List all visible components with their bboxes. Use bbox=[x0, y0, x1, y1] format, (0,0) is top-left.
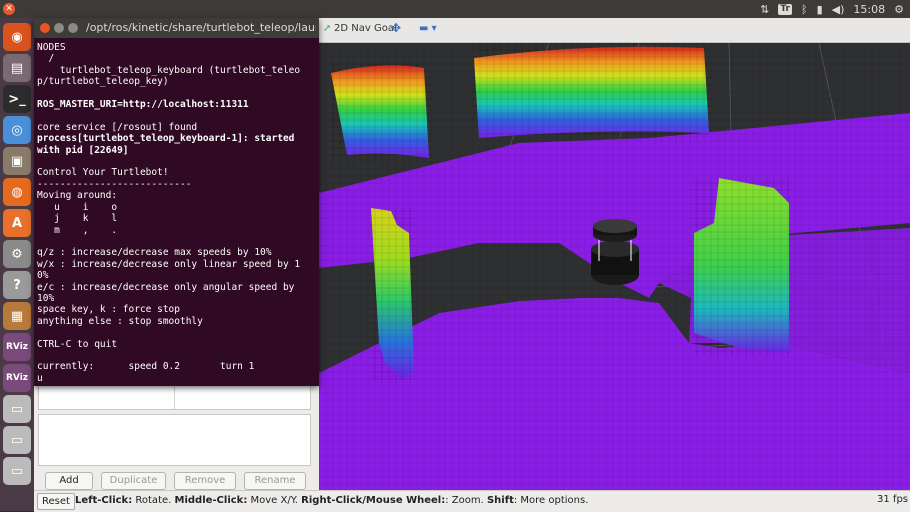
session-close-icon[interactable]: ✕ bbox=[3, 3, 15, 15]
launcher-ubuntu-dash-icon[interactable]: ◉ bbox=[3, 23, 31, 51]
launcher-files-icon[interactable]: ▤ bbox=[3, 54, 31, 82]
nav-goal-tool[interactable]: 2D Nav Goal bbox=[334, 23, 397, 34]
launcher-software-center-icon[interactable]: A bbox=[3, 209, 31, 237]
keyboard-layout-indicator[interactable]: Tr bbox=[778, 3, 792, 15]
launcher-rviz-1-icon[interactable]: RViz bbox=[3, 333, 31, 361]
launcher-drive-3-icon[interactable]: ▭ bbox=[3, 457, 31, 485]
rviz-toolbar: ➚ 2D Nav Goal ✥ ▬ ▾ bbox=[319, 18, 910, 43]
terminal-output[interactable]: NODES / turtlebot_teleop_keyboard (turtl… bbox=[34, 38, 319, 390]
launcher-settings-icon[interactable]: ⚙ bbox=[3, 240, 31, 268]
terminal-line: 0% bbox=[37, 270, 49, 282]
add-button[interactable]: Add bbox=[45, 472, 93, 490]
launcher: ◉ ▤ >_ ◎ ▣ ◍ A ⚙? ▦ RViz RViz ▭ ▭ ▭ bbox=[0, 18, 34, 511]
rviz-3d-view[interactable] bbox=[319, 43, 910, 490]
hint-part: Right-Click/Mouse Wheel: bbox=[301, 495, 446, 506]
terminal-line: q/z : increase/decrease max speeds by 10… bbox=[37, 247, 272, 259]
terminal-line: space key, k : force stop bbox=[37, 304, 180, 316]
bluetooth-icon[interactable]: ᛒ bbox=[801, 3, 808, 16]
duplicate-button[interactable]: Duplicate bbox=[101, 472, 166, 490]
reset-button[interactable]: Reset bbox=[37, 493, 75, 510]
terminal-line: currently: speed 0.2 turn 1 bbox=[37, 361, 255, 373]
terminal-line: e/c : increase/decrease only angular spe… bbox=[37, 281, 295, 293]
hint-part: : More options. bbox=[513, 495, 589, 506]
terminal-line: w/x : increase/decrease only linear spee… bbox=[37, 258, 301, 270]
terminal-window[interactable]: /opt/ros/kinetic/share/turtlebot_teleop/… bbox=[34, 18, 319, 386]
hint-part: Left-Click: bbox=[75, 495, 133, 506]
launcher-terminal-icon[interactable]: >_ bbox=[3, 85, 31, 113]
displays-panel: Add Duplicate Remove Rename bbox=[34, 383, 319, 490]
interact-plus-icon[interactable]: ✥ bbox=[391, 21, 401, 35]
close-icon[interactable] bbox=[40, 23, 50, 33]
terminal-line: u bbox=[37, 372, 43, 384]
terminal-line: --------------------------- bbox=[37, 178, 192, 190]
tool-dropdown-icon[interactable]: ▬ ▾ bbox=[419, 23, 437, 34]
hint-part: Shift bbox=[486, 495, 514, 506]
launcher-rviz-2-icon[interactable]: RViz bbox=[3, 364, 31, 392]
hint-part: Middle-Click: bbox=[174, 495, 248, 506]
terminal-title: /opt/ros/kinetic/share/turtlebot_teleop/… bbox=[86, 21, 316, 34]
clock[interactable]: 15:08 bbox=[853, 3, 885, 16]
terminal-line: turtlebot_teleop_keyboard (turtlebot_tel… bbox=[37, 64, 301, 76]
terminal-line: 10% bbox=[37, 292, 55, 304]
terminal-line: ROS_MASTER_URI=http://localhost:11311 bbox=[37, 99, 249, 111]
terminal-line: with pid [22649] bbox=[37, 144, 129, 156]
nav-goal-arrow-icon: ➚ bbox=[323, 23, 332, 34]
launcher-file-manager-icon[interactable]: ▣ bbox=[3, 147, 31, 175]
launcher-package-icon[interactable]: ▦ bbox=[3, 302, 31, 330]
terminal-line: m , . bbox=[37, 224, 118, 236]
mouse-hint-text: Left-Click: Rotate. Middle-Click: Move X… bbox=[75, 495, 588, 506]
volume-icon[interactable]: ◀) bbox=[832, 3, 845, 16]
launcher-drive-2-icon[interactable]: ▭ bbox=[3, 426, 31, 454]
launcher-firefox-icon[interactable]: ◍ bbox=[3, 178, 31, 206]
launcher-help-icon[interactable]: ? bbox=[3, 271, 31, 299]
terminal-line: anything else : stop smoothly bbox=[37, 315, 203, 327]
network-arrows-icon[interactable]: ⇅ bbox=[760, 3, 769, 16]
system-tray: ⇅ Tr ᛒ ▮ ◀) 15:08 ⚙ bbox=[760, 0, 904, 18]
terminal-line: u i o bbox=[37, 201, 118, 213]
hint-part: Move X/Y. bbox=[247, 495, 302, 506]
terminal-line: core service [/rosout] found bbox=[37, 121, 198, 133]
terminal-line: process[turtlebot_teleop_keyboard-1]: st… bbox=[37, 133, 295, 145]
terminal-line: Moving around: bbox=[37, 190, 118, 202]
launcher-chromium-icon[interactable]: ◎ bbox=[3, 116, 31, 144]
remove-button[interactable]: Remove bbox=[174, 472, 236, 490]
top-panel: ✕ ⇅ Tr ᛒ ▮ ◀) 15:08 ⚙ bbox=[0, 0, 910, 18]
terminal-line: j k l bbox=[37, 213, 118, 225]
gear-icon[interactable]: ⚙ bbox=[894, 3, 904, 16]
terminal-line: NODES bbox=[37, 42, 66, 53]
terminal-line: Control Your Turtlebot! bbox=[37, 167, 169, 179]
minimize-icon[interactable] bbox=[54, 23, 64, 33]
terminal-titlebar[interactable]: /opt/ros/kinetic/share/turtlebot_teleop/… bbox=[34, 18, 319, 38]
battery-icon[interactable]: ▮ bbox=[817, 3, 823, 16]
terminal-line: / bbox=[37, 53, 55, 65]
rename-button[interactable]: Rename bbox=[244, 472, 306, 490]
hint-part: : Zoom. bbox=[445, 495, 487, 506]
turtlebot-robot bbox=[591, 219, 639, 285]
hint-part: Rotate. bbox=[132, 495, 175, 506]
maximize-icon[interactable] bbox=[68, 23, 78, 33]
terminal-line: CTRL-C to quit bbox=[37, 338, 118, 350]
fps-counter: 31 fps bbox=[877, 494, 908, 505]
status-bar: Reset Left-Click: Rotate. Middle-Click: … bbox=[34, 490, 910, 512]
terminal-line: p/turtlebot_teleop_key) bbox=[37, 76, 169, 88]
launcher-drive-1-icon[interactable]: ▭ bbox=[3, 395, 31, 423]
occupancy-map-render bbox=[319, 43, 910, 490]
properties-list[interactable] bbox=[38, 414, 311, 466]
